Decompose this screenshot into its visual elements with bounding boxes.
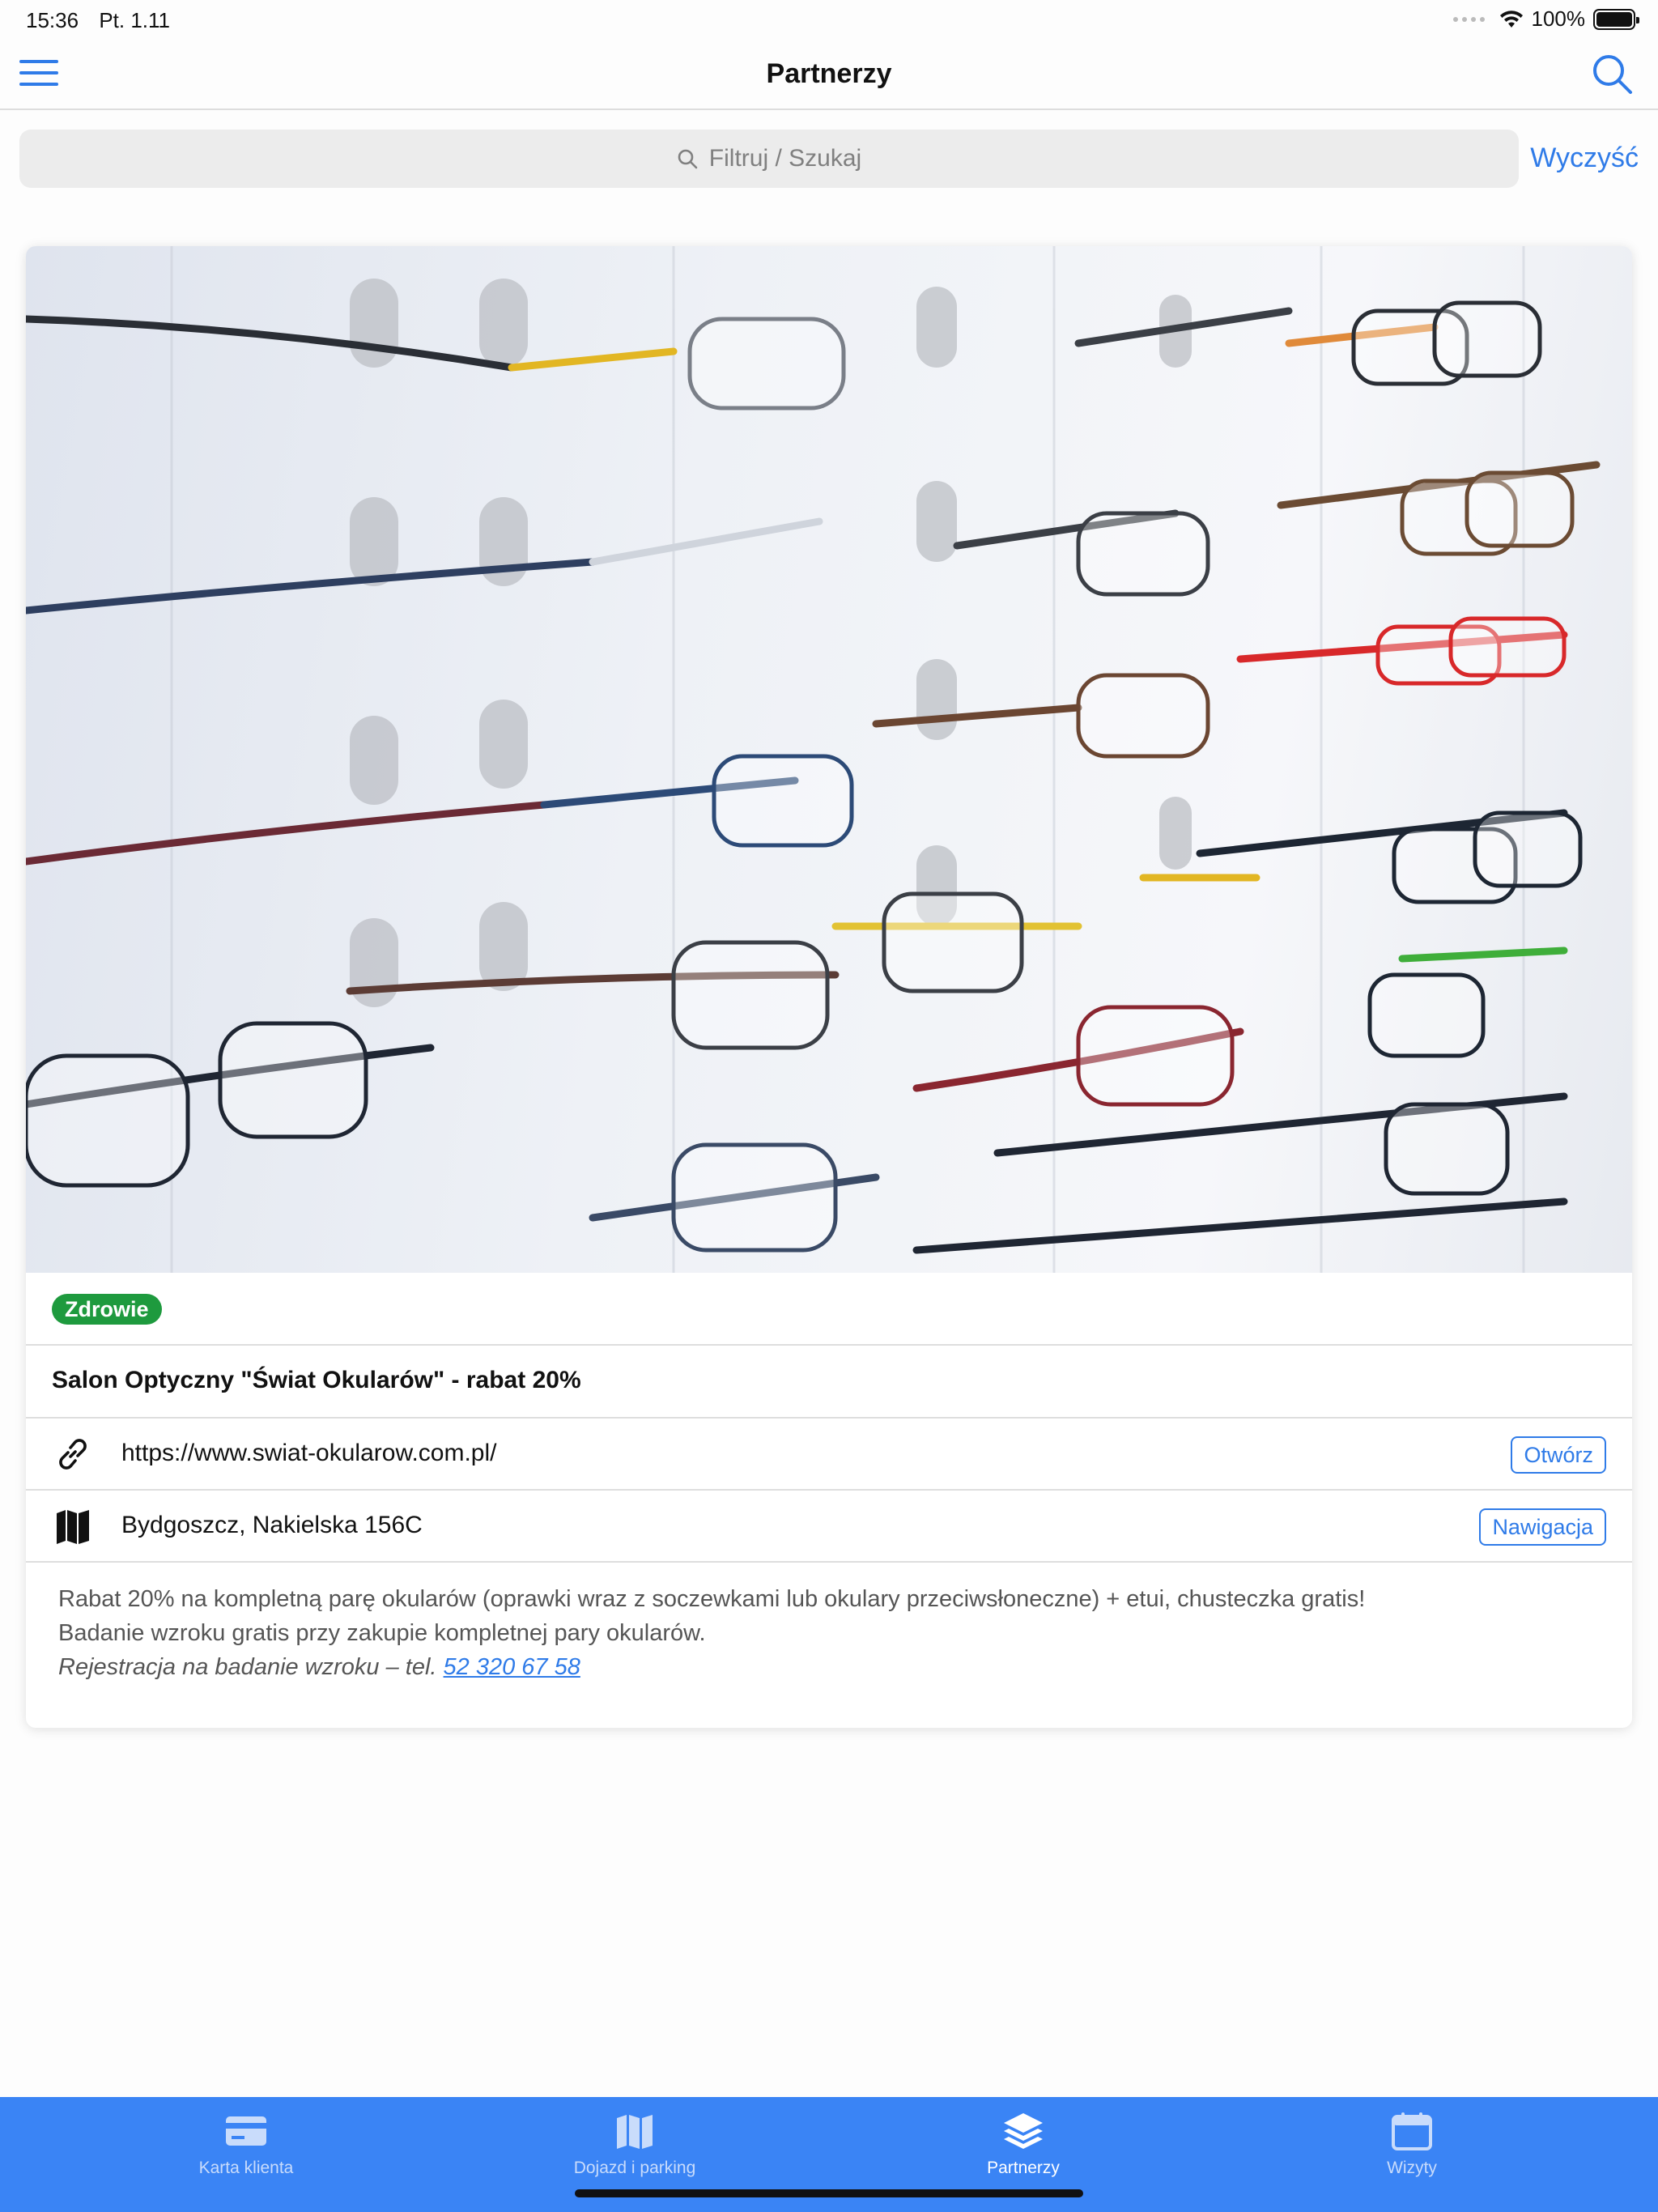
open-website-button[interactable]: Otwórz <box>1511 1436 1606 1474</box>
status-date: Pt. 1.11 <box>99 8 170 32</box>
map-icon <box>57 1510 89 1544</box>
address-row: Bydgoszcz, Nakielska 156C Nawigacja <box>26 1491 1632 1563</box>
description-line: Rabat 20% na kompletną parę okularów (op… <box>58 1586 1366 1612</box>
navigation-button[interactable]: Nawigacja <box>1479 1508 1606 1546</box>
website-row: https://www.swiat-okularow.com.pl/ Otwór… <box>26 1419 1632 1491</box>
home-indicator <box>575 2189 1083 2197</box>
link-icon <box>59 1439 87 1470</box>
search-icon <box>1593 55 1632 94</box>
page-title: Partnerzy <box>766 58 892 89</box>
tab-label: Partnerzy <box>987 2159 1060 2177</box>
search-button[interactable] <box>1588 50 1637 99</box>
clear-button[interactable]: Wyczyść <box>1530 143 1639 174</box>
card-icon <box>226 2116 266 2146</box>
category-badge: Zdrowie <box>52 1294 162 1325</box>
tab-label: Karta klienta <box>198 2159 294 2177</box>
tab-wizyty[interactable]: Wizyty <box>1290 2097 1533 2186</box>
tab-dojazd-i-parking[interactable]: Dojazd i parking <box>513 2097 756 2186</box>
description-line: Badanie wzroku gratis przy zakupie kompl… <box>58 1620 706 1646</box>
registration-line: Rejestracja na badanie wzroku – tel. 52 … <box>58 1650 1596 1684</box>
category-row: Zdrowie <box>26 1273 1632 1346</box>
partner-description: Rabat 20% na kompletną parę okularów (op… <box>58 1582 1596 1684</box>
wifi-icon <box>1499 10 1523 28</box>
tab-label: Dojazd i parking <box>573 2159 696 2177</box>
status-bar: 15:36 Pt. 1.11 100% <box>0 0 1658 39</box>
filter-placeholder: Filtruj / Szukaj <box>708 145 862 172</box>
battery-icon <box>1593 8 1639 30</box>
navigation-bar: Partnerzy <box>0 39 1658 110</box>
layers-icon <box>1004 2113 1043 2149</box>
partner-address: Bydgoszcz, Nakielska 156C <box>121 1512 423 1538</box>
map-icon <box>617 2115 653 2149</box>
website-url: https://www.swiat-okularow.com.pl/ <box>121 1440 497 1466</box>
magnifier-icon <box>678 149 698 169</box>
battery-percent: 100% <box>1531 6 1586 31</box>
registration-text: Rejestracja na badanie wzroku – tel. <box>58 1654 444 1680</box>
status-time: 15:36 <box>26 8 79 32</box>
filter-row: Filtruj / Szukaj Wyczyść <box>19 130 1639 188</box>
partner-title: Salon Optyczny "Świat Okularów" - rabat … <box>52 1367 581 1393</box>
signal-dots-icon <box>1452 16 1485 22</box>
tab-karta-klienta[interactable]: Karta klienta <box>125 2097 368 2186</box>
title-row: Salon Optyczny "Świat Okularów" - rabat … <box>26 1346 1632 1419</box>
partner-image <box>26 246 1632 1273</box>
filter-input[interactable]: Filtruj / Szukaj <box>19 130 1519 188</box>
tab-label: Wizyty <box>1387 2159 1437 2177</box>
partner-card: Zdrowie Salon Optyczny "Świat Okularów" … <box>26 246 1632 1728</box>
phone-link[interactable]: 52 320 67 58 <box>444 1654 580 1680</box>
tab-partnerzy[interactable]: Partnerzy <box>902 2097 1145 2186</box>
calendar-icon <box>1392 2112 1432 2150</box>
